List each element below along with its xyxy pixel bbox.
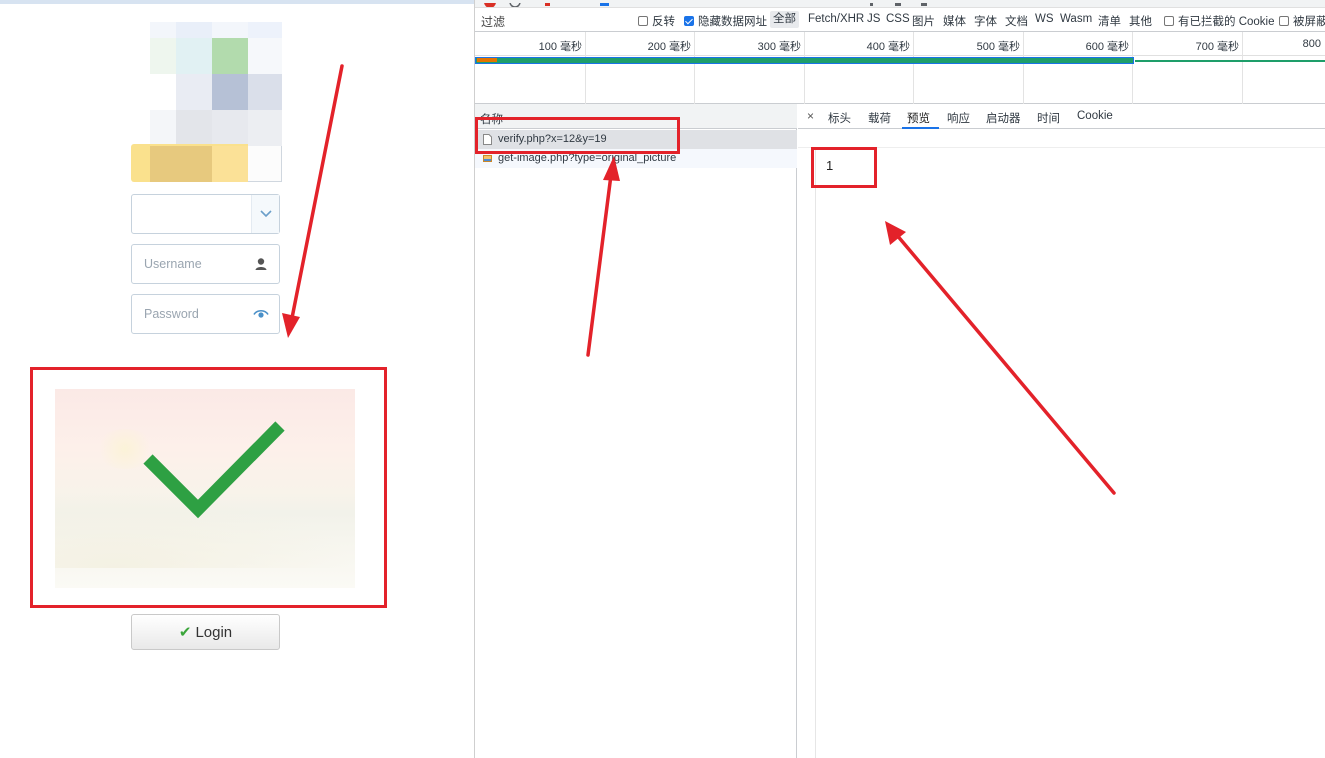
tick-label: 800 [1302, 38, 1321, 50]
top-rule [0, 0, 474, 4]
tab-response[interactable]: 响应 [947, 110, 970, 126]
tick-label: 200 毫秒 [647, 41, 691, 53]
devtools-network-panel: 过滤 反转 隐藏数据网址 全部 Fetch/XHR JS CSS 图片 媒体 字… [474, 0, 1325, 758]
tab-cookies[interactable]: Cookie [1077, 110, 1113, 122]
tick-label: 300 毫秒 [757, 41, 801, 53]
close-icon[interactable]: × [807, 109, 814, 123]
request-row-get-image[interactable]: get-image.php?type=original_picture [475, 149, 797, 168]
request-name: verify.php?x=12&y=19 [498, 133, 607, 145]
invert-checkbox[interactable]: 反转 [638, 13, 675, 29]
type-filter-img[interactable]: 图片 [912, 13, 935, 29]
tick-label: 400 毫秒 [866, 41, 910, 53]
waterfall-bar-start [477, 58, 497, 62]
username-field[interactable]: Username [131, 244, 280, 284]
pixelated-logo-image [131, 22, 282, 182]
tick-label: 700 毫秒 [1195, 41, 1239, 53]
eye-icon[interactable] [253, 306, 269, 322]
password-placeholder: Password [144, 307, 199, 321]
blocked-cookies-checkbox[interactable]: 有已拦截的 Cookie [1164, 13, 1275, 29]
filter-input[interactable]: 过滤 [481, 13, 621, 30]
type-filter-js[interactable]: JS [867, 13, 880, 25]
user-icon [253, 256, 269, 272]
tick-label: 500 毫秒 [976, 41, 1020, 53]
type-filter-all[interactable]: 全部 [770, 11, 799, 28]
blocked-requests-checkbox[interactable]: 被屏蔽 [1279, 13, 1325, 29]
username-placeholder: Username [144, 257, 202, 271]
waterfall-bar [476, 58, 1133, 63]
filter-bar: 过滤 反转 隐藏数据网址 全部 Fetch/XHR JS CSS 图片 媒体 字… [475, 8, 1325, 32]
hide-data-urls-checkbox[interactable]: 隐藏数据网址 [684, 13, 767, 29]
type-filter-other[interactable]: 其他 [1129, 13, 1152, 29]
server-select[interactable] [131, 194, 280, 234]
success-check-icon [143, 421, 285, 519]
password-field[interactable]: Password [131, 294, 280, 334]
waterfall-bar-tail [1135, 60, 1325, 62]
type-filter-css[interactable]: CSS [886, 13, 910, 25]
login-page: Username Password ✔ Login [0, 0, 474, 758]
tab-initiator[interactable]: 启动器 [986, 110, 1021, 126]
document-icon [483, 134, 492, 145]
type-filter-media[interactable]: 媒体 [943, 13, 966, 29]
type-filter-manifest[interactable]: 清单 [1098, 13, 1121, 29]
login-button-label: Login [195, 623, 233, 641]
request-detail-panel: × 标头 载荷 预览 响应 启动器 时间 Cookie 1 [798, 104, 1325, 758]
type-filter-font[interactable]: 字体 [974, 13, 997, 29]
type-filter-ws[interactable]: WS [1035, 13, 1054, 25]
detail-tabs: × 标头 载荷 预览 响应 启动器 时间 Cookie [798, 104, 1325, 129]
tab-timing[interactable]: 时间 [1037, 110, 1060, 126]
tab-headers[interactable]: 标头 [828, 110, 851, 126]
request-row-verify[interactable]: verify.php?x=12&y=19 [475, 130, 797, 149]
preview-response-value: 1 [826, 158, 834, 173]
active-tab-indicator [902, 127, 939, 129]
tab-payload[interactable]: 载荷 [868, 110, 891, 126]
waterfall-overview[interactable]: 100 毫秒 200 毫秒 300 毫秒 400 毫秒 500 毫秒 600 毫… [475, 32, 1325, 104]
chevron-down-icon[interactable] [251, 195, 279, 233]
tick-label: 100 毫秒 [538, 41, 582, 53]
type-filter-doc[interactable]: 文档 [1005, 13, 1028, 29]
type-filter-fetch-xhr[interactable]: Fetch/XHR [808, 13, 864, 25]
captcha-image[interactable] [55, 389, 355, 588]
tick-label: 600 毫秒 [1085, 41, 1129, 53]
image-icon [483, 153, 492, 164]
devtools-toolbar [475, 0, 1325, 8]
type-filter-wasm[interactable]: Wasm [1060, 13, 1092, 25]
login-button[interactable]: ✔ Login [131, 614, 280, 650]
tab-preview[interactable]: 预览 [907, 110, 930, 126]
request-name: get-image.php?type=original_picture [498, 152, 677, 164]
request-list: 名称 verify.php?x=12&y=19 get-image.php?ty… [475, 104, 797, 758]
name-column-header[interactable]: 名称 [475, 104, 797, 129]
check-icon: ✔ [178, 624, 192, 641]
